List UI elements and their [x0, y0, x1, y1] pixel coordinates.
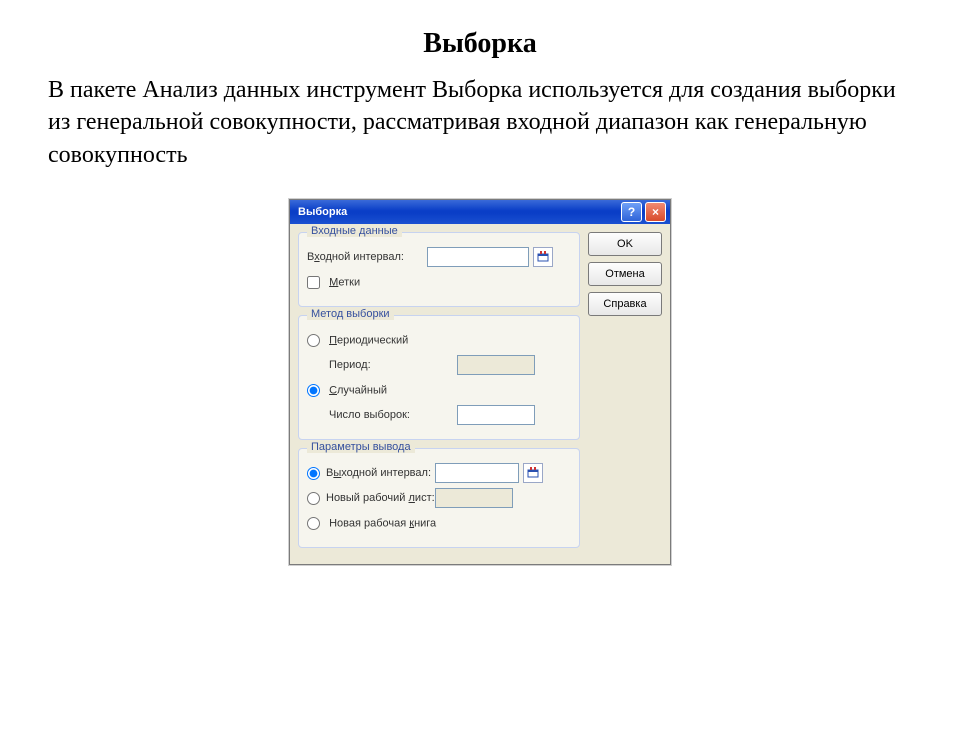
labels-checkbox-label: Метки [329, 276, 360, 288]
new-book-label: Новая рабочая книга [329, 517, 436, 529]
output-legend: Параметры вывода [307, 441, 415, 453]
sample-count-label: Число выборок: [307, 409, 457, 421]
sample-count-field[interactable] [457, 405, 535, 425]
period-field [457, 355, 535, 375]
dialog-titlebar[interactable]: Выборка ? × [290, 200, 670, 224]
new-sheet-label: Новый рабочий лист: [326, 492, 435, 504]
labels-checkbox[interactable] [307, 276, 320, 289]
page-body-text: В пакете Анализ данных инструмент Выборк… [0, 74, 960, 171]
output-group: Параметры вывода Выходной интервал: [298, 448, 580, 548]
random-radio-row[interactable]: Случайный [307, 384, 387, 397]
ok-button[interactable]: OK [588, 232, 662, 256]
new-sheet-radio[interactable] [307, 492, 320, 505]
method-group: Метод выборки Периодический Период: [298, 315, 580, 440]
page-title: Выборка [0, 28, 960, 60]
new-sheet-row[interactable]: Новый рабочий лист: [307, 492, 435, 505]
dialog-title: Выборка [298, 206, 347, 218]
sampling-dialog: Выборка ? × Входные данные Входной интер… [289, 199, 671, 565]
output-range-radio[interactable] [307, 467, 320, 480]
cancel-button[interactable]: Отмена [588, 262, 662, 286]
output-range-field[interactable] [435, 463, 519, 483]
output-range-label: Выходной интервал: [326, 467, 431, 479]
periodic-radio-row[interactable]: Периодический [307, 334, 408, 347]
help-icon[interactable]: ? [621, 202, 642, 222]
range-picker-icon[interactable] [533, 247, 553, 267]
labels-checkbox-row[interactable]: Метки [307, 276, 360, 289]
input-range-field[interactable] [427, 247, 529, 267]
input-data-group: Входные данные Входной интервал: [298, 232, 580, 307]
range-picker-icon[interactable] [523, 463, 543, 483]
help-button[interactable]: Справка [588, 292, 662, 316]
periodic-radio[interactable] [307, 334, 320, 347]
period-label: Период: [307, 359, 457, 371]
new-book-radio[interactable] [307, 517, 320, 530]
method-legend: Метод выборки [307, 308, 394, 320]
periodic-radio-label: Периодический [329, 334, 408, 346]
input-range-label: Входной интервал: [307, 251, 427, 263]
new-sheet-field [435, 488, 513, 508]
random-radio[interactable] [307, 384, 320, 397]
input-data-legend: Входные данные [307, 225, 402, 237]
close-icon[interactable]: × [645, 202, 666, 222]
output-range-row[interactable]: Выходной интервал: [307, 467, 435, 480]
new-book-row[interactable]: Новая рабочая книга [307, 517, 436, 530]
random-radio-label: Случайный [329, 384, 387, 396]
